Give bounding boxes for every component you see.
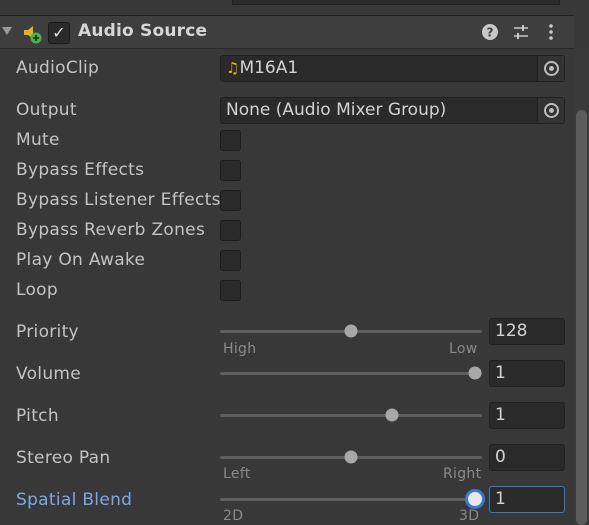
stereo-pan-input[interactable]: 0 <box>489 444 565 471</box>
mute-checkbox[interactable] <box>220 130 241 151</box>
stereo-pan-slider-thumb[interactable] <box>344 450 358 464</box>
bypass-effects-checkbox[interactable] <box>220 160 241 181</box>
stereo-pan-min-label: Left <box>223 466 251 482</box>
component-header[interactable]: ✓ Audio Source ? <box>0 15 574 49</box>
priority-min-label: High <box>223 341 257 357</box>
pitch-label: Pitch <box>16 406 59 426</box>
scrollbar-thumb[interactable] <box>576 110 587 525</box>
object-picker-icon <box>544 61 559 76</box>
volume-slider-thumb[interactable] <box>468 366 482 380</box>
stereo-pan-value: 0 <box>495 447 506 467</box>
bypass-reverb-zones-checkbox[interactable] <box>220 220 241 241</box>
component-enabled-checkbox[interactable]: ✓ <box>48 22 70 44</box>
previous-field-edge <box>232 0 560 5</box>
output-label: Output <box>16 100 77 120</box>
output-value: None (Audio Mixer Group) <box>226 100 447 120</box>
svg-text:?: ? <box>487 26 494 40</box>
foldout-arrow-icon[interactable] <box>2 27 12 35</box>
audioclip-value: ♫M16A1 <box>226 58 298 78</box>
volume-label: Volume <box>16 364 82 384</box>
priority-max-label: Low <box>449 341 478 357</box>
volume-input[interactable]: 1 <box>489 360 565 387</box>
output-picker-button[interactable] <box>537 98 564 123</box>
pitch-slider-track[interactable] <box>220 414 482 417</box>
loop-label: Loop <box>16 280 58 300</box>
pitch-value: 1 <box>495 405 506 425</box>
spatial-blend-slider-thumb[interactable] <box>465 489 485 509</box>
priority-input[interactable]: 128 <box>489 318 565 345</box>
presets-icon[interactable] <box>511 22 531 42</box>
spatial-blend-slider-track[interactable] <box>220 498 482 501</box>
pitch-input[interactable]: 1 <box>489 402 565 429</box>
loop-checkbox[interactable] <box>220 280 241 301</box>
priority-slider-thumb[interactable] <box>344 324 358 338</box>
audioclip-field[interactable]: ♫M16A1 <box>220 55 565 82</box>
stereo-pan-label: Stereo Pan <box>16 448 111 468</box>
priority-label: Priority <box>16 322 79 342</box>
mute-label: Mute <box>16 130 60 150</box>
audioclip-name: M16A1 <box>239 58 299 78</box>
audioclip-label: AudioClip <box>16 58 100 78</box>
stereo-pan-max-label: Right <box>443 466 482 482</box>
pitch-slider-thumb[interactable] <box>385 408 399 422</box>
component-title: Audio Source <box>78 21 208 41</box>
bypass-effects-label: Bypass Effects <box>16 160 145 180</box>
object-picker-icon <box>544 103 559 118</box>
volume-slider-track[interactable] <box>220 372 482 375</box>
audio-source-icon <box>24 26 42 44</box>
spatial-blend-label: Spatial Blend <box>16 490 133 510</box>
spatial-blend-max-label: 3D <box>459 508 480 524</box>
bypass-listener-effects-label: Bypass Listener Effects <box>16 190 221 210</box>
play-on-awake-checkbox[interactable] <box>220 250 241 271</box>
bypass-listener-effects-checkbox[interactable] <box>220 190 241 211</box>
output-field[interactable]: None (Audio Mixer Group) <box>220 97 565 124</box>
bypass-reverb-zones-label: Bypass Reverb Zones <box>16 220 206 240</box>
audioclip-picker-button[interactable] <box>537 56 564 81</box>
priority-value: 128 <box>495 321 528 341</box>
music-note-icon: ♫ <box>226 59 240 77</box>
play-on-awake-label: Play On Awake <box>16 250 146 270</box>
help-icon[interactable]: ? <box>480 22 500 42</box>
audio-source-inspector: ✓ Audio Source ? AudioClip ♫M16A1 Output… <box>0 0 589 525</box>
spatial-blend-input[interactable]: 1 <box>489 486 565 513</box>
more-options-icon[interactable] <box>541 22 561 42</box>
spatial-blend-value: 1 <box>495 489 506 509</box>
spatial-blend-min-label: 2D <box>223 508 244 524</box>
volume-value: 1 <box>495 363 506 383</box>
